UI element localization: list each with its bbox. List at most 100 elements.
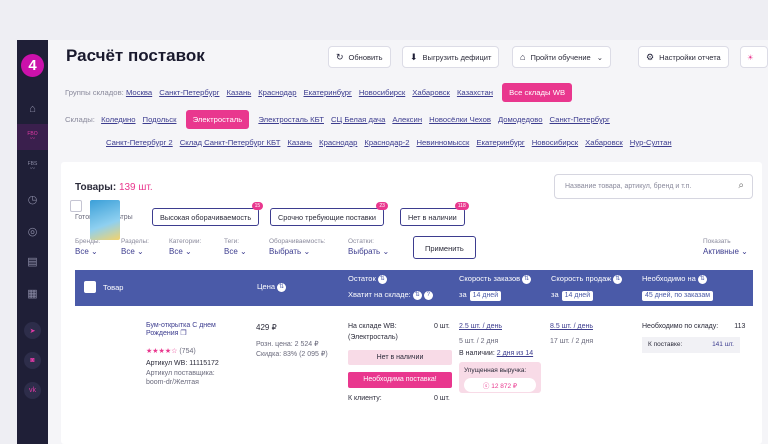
- coin-icon: ⓢ: [482, 383, 490, 390]
- sales-speed-day[interactable]: 8.5 шт. / день: [550, 323, 593, 330]
- fbo-chart-icon[interactable]: FBO 〰: [17, 124, 48, 150]
- header-enough[interactable]: Хватит на складе: ⇅?: [348, 290, 433, 300]
- fbs-chart-icon[interactable]: FBS 〰: [17, 154, 48, 180]
- needed-period-select[interactable]: 45 дней, по заказам: [642, 290, 714, 301]
- lost-revenue: Упущенная выручка: ⓢ 12 872 ₽: [459, 362, 541, 393]
- document-icon[interactable]: ▤: [17, 248, 48, 274]
- warehouses-row-1: Склады: Коледино Подольск Электросталь Эл…: [65, 110, 617, 129]
- warehouse-c-4[interactable]: Краснодар-2: [364, 138, 409, 147]
- apply-button[interactable]: Применить: [413, 236, 476, 259]
- warehouse-b-4[interactable]: Домодедово: [498, 115, 543, 124]
- warehouse-b-5[interactable]: Санкт-Петербург: [550, 115, 610, 124]
- coin-icon[interactable]: ◎: [17, 218, 48, 244]
- order-period-select[interactable]: за 14 дней: [459, 290, 502, 301]
- select-all-checkbox[interactable]: [84, 281, 96, 293]
- header-order-speed[interactable]: Скорость заказов ⇅: [459, 274, 532, 284]
- order-speed-2d: 5 шт. / 2 дня: [459, 338, 499, 345]
- to-client-label: К клиенту:: [348, 395, 382, 402]
- gear-icon: ⚙: [646, 51, 655, 62]
- refresh-icon: ↻: [336, 51, 344, 62]
- warehouse-group-5[interactable]: Новосибирск: [359, 88, 405, 97]
- warehouse-c-3[interactable]: Краснодар: [319, 138, 357, 147]
- sales-period-select[interactable]: за 14 дней: [551, 290, 594, 301]
- warehouse-a-0[interactable]: Коледино: [101, 115, 135, 124]
- app-logo[interactable]: 4: [21, 54, 44, 77]
- group-all-wb[interactable]: Все склады WB: [502, 83, 573, 102]
- header-stock[interactable]: Остаток ⇅: [348, 274, 387, 284]
- tutorial-button[interactable]: ⌂ Пройти обучение ⌄: [512, 46, 611, 68]
- turnover-dropdown[interactable]: Оборачиваемость: Выбрать ⌄: [269, 238, 326, 256]
- warehouse-group-0[interactable]: Москва: [126, 88, 152, 97]
- export-deficit-button[interactable]: ⬇ Выгрузить дефицит: [402, 46, 500, 68]
- warehouse-c-5[interactable]: Невинномысск: [416, 138, 469, 147]
- copy-icon[interactable]: ❐: [180, 330, 186, 337]
- table-header: Товар Цена ⇅ Остаток ⇅ Хватит на складе: ⇅?…: [75, 270, 753, 306]
- warehouse-c-9[interactable]: Нур-Султан: [630, 138, 672, 147]
- warehouse-b-3[interactable]: Новосёлки Чехов: [429, 115, 491, 124]
- warehouse-group-6[interactable]: Хабаровск: [412, 88, 450, 97]
- supplier-article: boom-dr/Желтая: [146, 379, 199, 386]
- warehouse-active[interactable]: Электросталь: [185, 110, 250, 129]
- product-name[interactable]: Бум-открытка С днем Рождения ❐: [146, 322, 216, 337]
- sales-speed-2d: 17 шт. / 2 дня: [550, 338, 594, 345]
- stock-dropdown[interactable]: Остатки: Выбрать ⌄: [348, 238, 389, 256]
- sidebar: 4 ⌂ FBO 〰 FBS 〰 ◷ ◎ ▤ ▦ ➤ ◙ vk: [17, 40, 48, 444]
- products-panel: Товары: 139 шт. Название товара, артикул…: [61, 162, 762, 444]
- help-icon: ?: [423, 290, 433, 300]
- warehouse-c-6[interactable]: Екатеринбург: [476, 138, 524, 147]
- filter-urgent-supply[interactable]: Срочно требующие поставки 23: [270, 202, 388, 226]
- header-needed[interactable]: Необходимо на ⇅: [642, 274, 707, 284]
- graduation-cap-icon: ⌂: [520, 52, 526, 62]
- warehouse-c-8[interactable]: Хабаровск: [585, 138, 623, 147]
- header-price[interactable]: Цена ⇅: [257, 282, 287, 292]
- download-icon: ⬇: [410, 51, 418, 62]
- stock-label: На складе WB:: [348, 323, 397, 330]
- warehouse-group-4[interactable]: Екатеринбург: [303, 88, 351, 97]
- order-speed-day[interactable]: 2.5 шт. / день: [459, 323, 502, 330]
- warehouse-b-1[interactable]: СЦ Белая дача: [331, 115, 385, 124]
- category-dropdown[interactable]: Категории: Все ⌄: [169, 238, 201, 256]
- sort-icon: ⇅: [613, 274, 623, 284]
- tags-dropdown[interactable]: Теги: Все ⌄: [224, 238, 247, 256]
- discount: Скидка: 83% (2 095 ₽): [256, 351, 328, 358]
- vk-icon[interactable]: vk: [24, 382, 41, 399]
- page-title: Расчёт поставок: [66, 46, 205, 65]
- graduation-cap-icon[interactable]: ⌂: [17, 96, 48, 122]
- warehouse-c-0[interactable]: Санкт-Петербург 2: [106, 138, 173, 147]
- warehouse-c-7[interactable]: Новосибирск: [532, 138, 578, 147]
- warehouse-a-1[interactable]: Подольск: [143, 115, 177, 124]
- warehouse-b-2[interactable]: Алексин: [392, 115, 422, 124]
- header-product: Товар: [103, 283, 124, 292]
- stock-value: 0 шт.: [434, 323, 450, 330]
- header-sales-speed[interactable]: Скорость продаж ⇅: [551, 274, 623, 284]
- search-input[interactable]: Название товара, артикул, бренд и т.п. ⌕: [554, 174, 753, 199]
- theme-icon[interactable]: ☀: [740, 46, 768, 68]
- sort-icon: ⇅: [377, 274, 387, 284]
- sort-icon: ⇅: [412, 290, 422, 300]
- sort-icon: ⇅: [277, 282, 287, 292]
- warehouse-c-1[interactable]: Склад Санкт-Петербург КБТ: [180, 138, 281, 147]
- report-settings-button[interactable]: ⚙ Настройки отчета: [638, 46, 729, 68]
- section-dropdown[interactable]: Разделы: Все ⌄: [121, 238, 149, 256]
- filter-out-of-stock[interactable]: Нет в наличии 118: [400, 202, 469, 226]
- warehouse-b-0[interactable]: Электросталь КБТ: [258, 115, 324, 124]
- show-dropdown[interactable]: Показать Активные ⌄: [703, 238, 748, 256]
- timer-icon[interactable]: ◷: [17, 186, 48, 212]
- warehouse-group-3[interactable]: Краснодар: [258, 88, 296, 97]
- rating: ★★★★☆ (754): [146, 348, 196, 355]
- row-checkbox[interactable]: [70, 200, 82, 212]
- product-image[interactable]: [90, 200, 120, 240]
- filter-high-turnover[interactable]: Высокая оборачиваемость 15: [152, 202, 264, 226]
- warehouse-group-7[interactable]: Казахстан: [457, 88, 493, 97]
- warehouse-group-1[interactable]: Санкт-Петербург: [159, 88, 219, 97]
- in-stock-days: В наличии: 2 дня из 14: [459, 350, 534, 357]
- brand-dropdown[interactable]: Бренды: Все ⌄: [75, 238, 100, 256]
- calculator-icon[interactable]: ▦: [17, 280, 48, 306]
- warehouse-c-2[interactable]: Казань: [287, 138, 312, 147]
- refresh-button[interactable]: ↻ Обновить: [328, 46, 391, 68]
- warehouse-group-2[interactable]: Казань: [226, 88, 251, 97]
- sort-icon: ⇅: [522, 274, 532, 284]
- telegram-icon[interactable]: ➤: [24, 322, 41, 339]
- instagram-icon[interactable]: ◙: [24, 352, 41, 369]
- price: 429 ₽: [256, 323, 277, 332]
